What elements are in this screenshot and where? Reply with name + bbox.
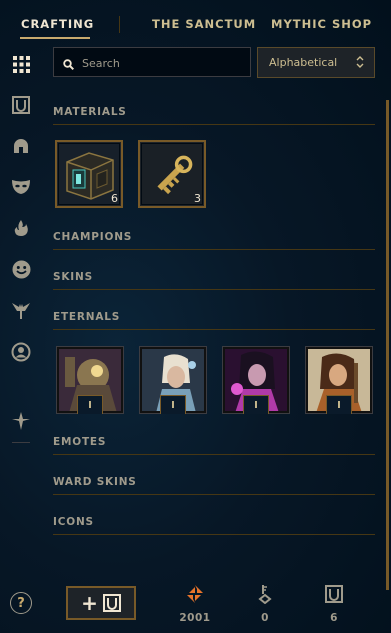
eternal-item[interactable]: I bbox=[305, 346, 373, 414]
section-title: ETERNALS bbox=[53, 311, 121, 323]
search-box[interactable] bbox=[53, 47, 251, 77]
chest-icon[interactable] bbox=[10, 94, 32, 116]
section-title: EMOTES bbox=[53, 436, 107, 448]
section-divider bbox=[53, 124, 375, 125]
section-ward-skins[interactable]: WARD SKINS bbox=[53, 476, 375, 495]
helmet-icon[interactable] bbox=[10, 135, 32, 157]
section-divider bbox=[53, 454, 375, 455]
section-title: SKINS bbox=[53, 271, 93, 283]
reroll-icon[interactable] bbox=[10, 410, 32, 432]
mask-icon[interactable] bbox=[10, 176, 32, 198]
eternal-level-badge: I bbox=[243, 395, 269, 414]
material-hextech-key[interactable]: 3 bbox=[138, 140, 206, 208]
tab-mythic-shop[interactable]: MYTHIC SHOP bbox=[271, 17, 372, 31]
section-divider bbox=[53, 289, 375, 290]
material-hextech-chest[interactable]: 6 bbox=[55, 140, 123, 208]
section-divider bbox=[53, 534, 375, 535]
flame-icon[interactable] bbox=[10, 217, 32, 239]
sort-dropdown[interactable]: Alphabetical bbox=[257, 47, 375, 78]
emote-face-icon[interactable] bbox=[10, 258, 32, 280]
orange-essence-counter: 2001 bbox=[175, 583, 215, 624]
section-title: ICONS bbox=[53, 516, 94, 528]
section-divider bbox=[53, 249, 375, 250]
tab-the-sanctum[interactable]: THE SANCTUM bbox=[152, 17, 256, 31]
eternal-item[interactable]: I bbox=[56, 346, 124, 414]
section-materials: MATERIALS bbox=[53, 106, 375, 125]
sort-value: Alphabetical bbox=[269, 56, 338, 69]
sidebar-divider bbox=[12, 442, 30, 443]
key-fragment-counter: 0 bbox=[245, 583, 285, 624]
item-count: 3 bbox=[194, 192, 201, 205]
section-eternals[interactable]: ETERNALS bbox=[53, 311, 375, 330]
profile-icon[interactable] bbox=[10, 341, 32, 363]
orange-essence-icon bbox=[175, 583, 215, 605]
key-fragment-icon bbox=[245, 583, 285, 605]
eternal-level-badge: I bbox=[326, 395, 352, 414]
item-count: 6 bbox=[111, 192, 118, 205]
active-tab-indicator bbox=[20, 37, 90, 39]
plus-icon: + bbox=[81, 591, 98, 615]
help-button[interactable]: ? bbox=[10, 592, 32, 614]
tab-crafting[interactable]: CRAFTING bbox=[21, 17, 94, 31]
ward-icon[interactable] bbox=[10, 299, 32, 321]
top-nav: CRAFTING THE SANCTUM MYTHIC SHOP bbox=[0, 0, 391, 50]
chest-icon bbox=[102, 594, 121, 612]
section-skins[interactable]: SKINS bbox=[53, 271, 375, 290]
section-champions[interactable]: CHAMPIONS bbox=[53, 231, 375, 250]
section-title: CHAMPIONS bbox=[53, 231, 133, 243]
eternal-level-badge: I bbox=[77, 395, 103, 414]
eternal-item[interactable]: I bbox=[222, 346, 290, 414]
search-icon bbox=[63, 57, 75, 75]
tab-divider bbox=[119, 16, 120, 33]
section-emotes[interactable]: EMOTES bbox=[53, 436, 375, 455]
scrollbar[interactable] bbox=[386, 100, 389, 590]
updown-chevron-icon bbox=[356, 55, 364, 72]
section-title: MATERIALS bbox=[53, 106, 127, 118]
section-icons[interactable]: ICONS bbox=[53, 516, 375, 535]
eternal-level-badge: I bbox=[160, 395, 186, 414]
section-divider bbox=[53, 494, 375, 495]
section-divider bbox=[53, 329, 375, 330]
orange-essence-value: 2001 bbox=[179, 612, 211, 624]
chest-icon bbox=[314, 583, 354, 605]
chest-count-value: 6 bbox=[330, 612, 338, 624]
add-chests-keys-button[interactable]: + bbox=[66, 586, 136, 620]
category-sidebar bbox=[0, 50, 44, 633]
key-fragment-value: 0 bbox=[261, 612, 269, 624]
grid-icon[interactable] bbox=[10, 53, 32, 75]
search-input[interactable] bbox=[82, 54, 242, 72]
chest-counter: 6 bbox=[314, 583, 354, 624]
section-title: WARD SKINS bbox=[53, 476, 137, 488]
eternal-item[interactable]: I bbox=[139, 346, 207, 414]
